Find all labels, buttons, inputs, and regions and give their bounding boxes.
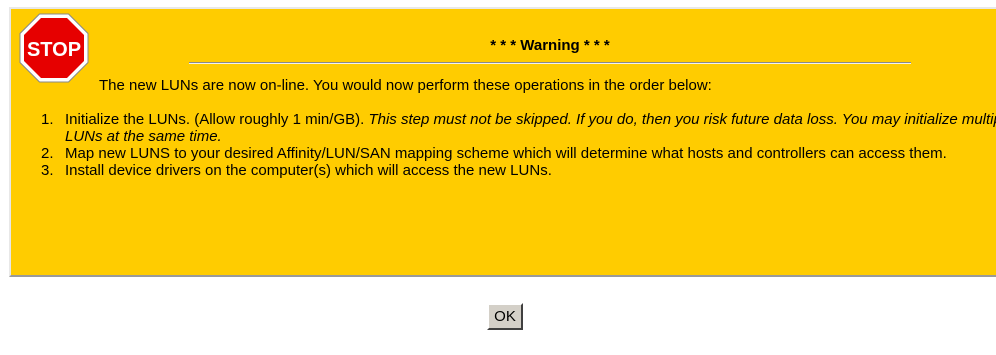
step-number: 2. [41,145,54,162]
list-item: 2. Map new LUNS to your desired Affinity… [25,145,996,162]
step-text: Map new LUNS to your desired Affinity/LU… [65,145,947,162]
ok-button[interactable]: OK [487,303,523,330]
step-number: 3. [41,162,54,179]
step-text: Initialize the LUNs. (Allow roughly 1 mi… [65,111,369,128]
step-number: 1. [41,111,54,128]
intro-text: The new LUNs are now on-line. You would … [99,77,712,94]
list-item: 1. Initialize the LUNs. (Allow roughly 1… [25,111,996,145]
step-text: Install device drivers on the computer(s… [65,162,552,179]
list-item: 3. Install device drivers on the compute… [25,162,996,179]
warning-panel: STOP * * * Warning * * * The new LUNs ar… [9,7,996,277]
title-divider [189,62,911,64]
warning-title: * * * Warning * * * [490,37,610,54]
stop-sign-label: STOP [27,39,81,61]
stop-sign-icon: STOP [19,13,89,83]
steps-list: 1. Initialize the LUNs. (Allow roughly 1… [25,111,996,179]
